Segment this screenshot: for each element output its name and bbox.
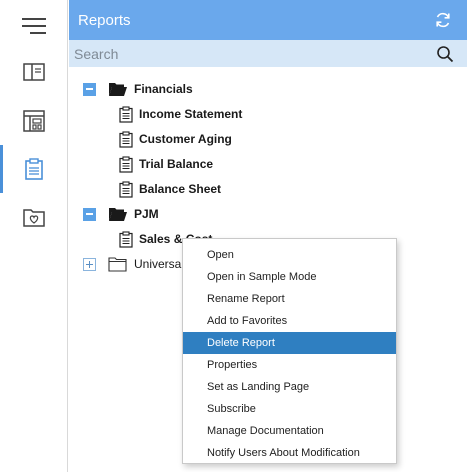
tree-report-label: Trial Balance [139,157,214,171]
collapse-toggle[interactable] [83,207,96,221]
search-input[interactable] [74,45,394,62]
collapse-toggle[interactable] [83,82,96,96]
tree-folder-financials[interactable]: Financials [83,78,193,100]
tree-folder-pjm[interactable]: PJM [83,203,159,225]
tree-folder-label: Universal [134,257,185,271]
report-icon [119,155,133,173]
tree-report-trial-balance[interactable]: Trial Balance [119,153,213,175]
expand-toggle[interactable] [83,257,96,271]
menu-item-notify-users[interactable]: Notify Users About Modification [183,442,396,464]
book-icon [23,63,45,81]
tree-report-label: Income Statement [139,107,243,121]
report-icon [119,180,133,198]
rail-dashboard-button[interactable] [0,97,68,145]
tree-report-customer-aging[interactable]: Customer Aging [119,128,232,150]
refresh-button[interactable] [433,10,453,30]
tree-report-label: Balance Sheet [139,182,222,196]
menu-item-rename-report[interactable]: Rename Report [183,288,396,310]
tree-report-label: Customer Aging [139,132,232,146]
menu-item-add-to-favorites[interactable]: Add to Favorites [183,310,396,332]
tree-folder-label: PJM [134,207,159,221]
hamburger-menu-icon [22,18,46,34]
open-folder-icon [109,207,127,221]
report-icon [119,105,133,123]
tree-folder-label: Financials [134,82,193,96]
search-bar [69,40,467,67]
menu-item-open[interactable]: Open [183,244,396,266]
heart-folder-icon [23,209,45,227]
refresh-icon [436,12,450,28]
folder-icon [108,256,127,272]
report-icon [119,130,133,148]
menu-item-delete-report[interactable]: Delete Report [183,332,396,354]
menu-item-subscribe[interactable]: Subscribe [183,398,396,420]
menu-item-properties[interactable]: Properties [183,354,396,376]
nav-rail [0,0,68,472]
search-button[interactable] [435,44,455,64]
dashboard-icon [23,110,45,132]
report-icon [119,230,133,248]
menu-item-open-sample-mode[interactable]: Open in Sample Mode [183,266,396,288]
panel-header: Reports [69,0,467,40]
menu-item-manage-documentation[interactable]: Manage Documentation [183,420,396,442]
tree-folder-universal[interactable]: Universal [83,253,184,275]
rail-menu-button[interactable] [0,2,68,50]
clipboard-icon [25,158,43,180]
tree-report-income-statement[interactable]: Income Statement [119,103,242,125]
rail-book-button[interactable] [0,48,68,96]
page-title: Reports [78,11,131,29]
rail-favorites-button[interactable] [0,193,68,241]
context-menu: Open Open in Sample Mode Rename Report A… [182,238,397,464]
tree-report-balance-sheet[interactable]: Balance Sheet [119,178,221,200]
menu-item-set-landing-page[interactable]: Set as Landing Page [183,376,396,398]
search-icon [437,45,454,62]
rail-reports-button[interactable] [0,145,68,193]
open-folder-icon [109,82,127,96]
